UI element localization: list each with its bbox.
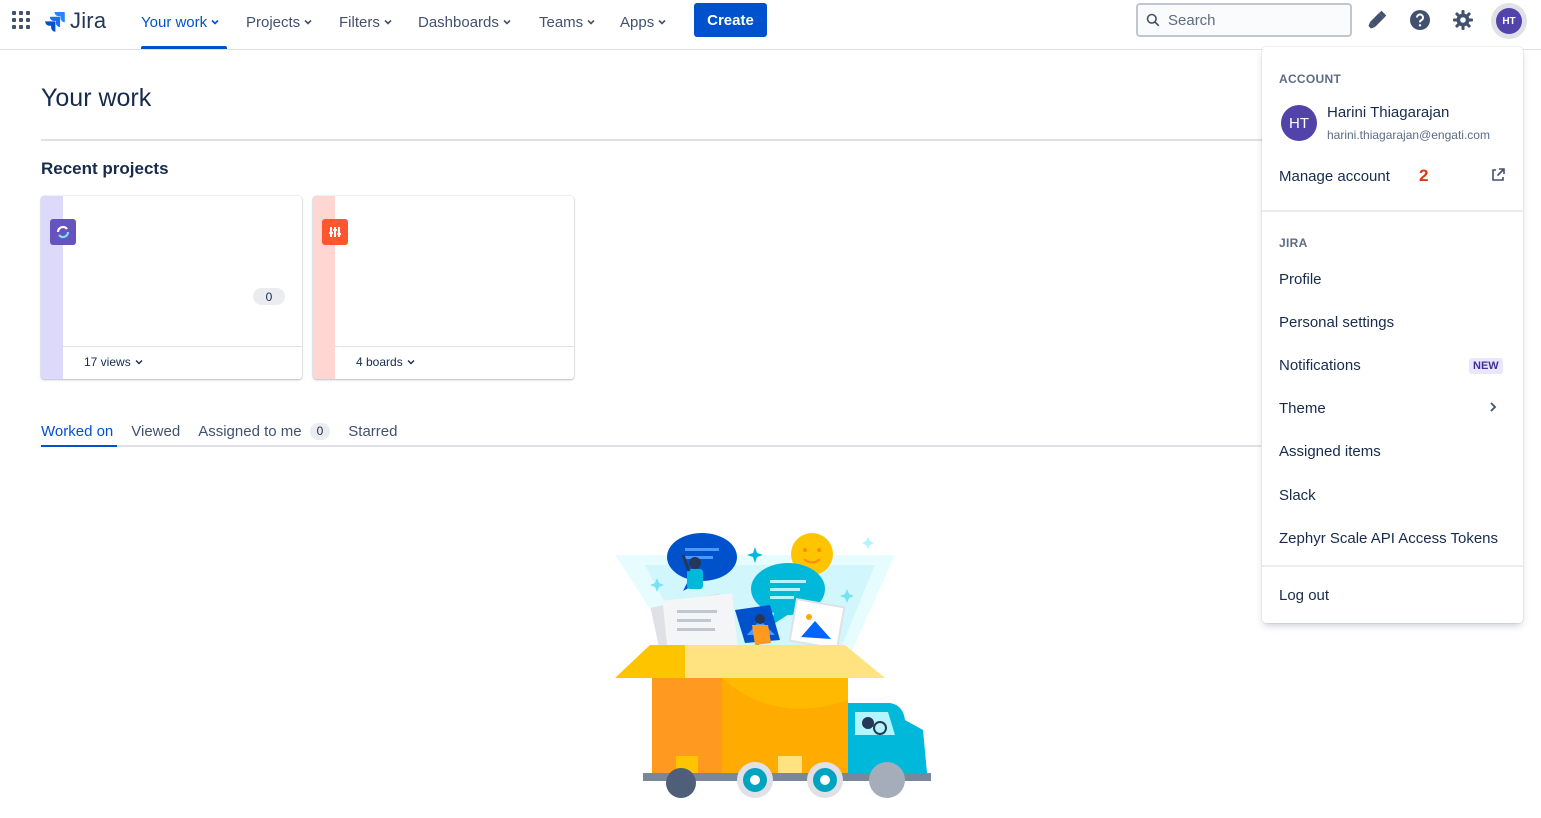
logo-text: Jira — [70, 8, 107, 33]
profile-avatar-button[interactable]: HT — [1491, 3, 1527, 39]
menu-item-label: Theme — [1279, 399, 1326, 417]
chevron-down-icon — [211, 19, 219, 25]
new-badge: NEW — [1469, 358, 1503, 374]
chevron-down-icon — [503, 19, 511, 25]
nav-label: Teams — [539, 13, 584, 31]
nav-label: Projects — [246, 13, 301, 31]
nav-filters[interactable]: Filters — [339, 12, 392, 32]
top-navigation: Jira Your work Projects Filters Dashboar… — [0, 0, 1541, 50]
nav-projects[interactable]: Projects — [246, 12, 312, 32]
app-switcher-icon[interactable] — [12, 11, 30, 29]
chevron-down-icon — [587, 19, 595, 25]
jira-heading: JIRA — [1279, 236, 1308, 250]
nav-label: Your work — [141, 13, 208, 31]
menu-item-slack[interactable]: Slack — [1279, 485, 1316, 505]
external-link-icon — [1492, 168, 1505, 181]
active-tab-indicator — [41, 445, 117, 447]
help-icon — [1410, 10, 1430, 30]
menu-item-label: Notifications — [1279, 356, 1361, 374]
jira-logo[interactable]: Jira — [44, 8, 106, 34]
project-boards-dropdown[interactable]: 4 boards — [356, 355, 415, 369]
card-divider — [63, 346, 302, 347]
project-footer-label: 17 views — [84, 355, 131, 369]
user-email: harini.thiagarajan@engati.com — [1327, 128, 1490, 142]
chevron-down-icon — [658, 19, 666, 25]
menu-divider — [1262, 565, 1523, 567]
project-icon — [50, 219, 76, 245]
nav-dashboards[interactable]: Dashboards — [418, 12, 511, 32]
logout-label: Log out — [1279, 586, 1330, 604]
tab-label: Starred — [348, 422, 398, 440]
tab-worked-on[interactable]: Worked on — [41, 421, 113, 441]
empty-state-illustration — [615, 533, 931, 798]
project-icon — [322, 219, 348, 245]
recent-projects-heading: Recent projects — [41, 159, 169, 178]
search-input[interactable] — [1168, 11, 1338, 29]
menu-item-label: Zephyr Scale API Access Tokens — [1279, 529, 1499, 547]
annotation-marker-2: 2 — [1419, 166, 1429, 185]
active-nav-indicator — [141, 46, 227, 49]
account-heading: ACCOUNT — [1279, 72, 1342, 86]
create-button[interactable]: Create — [694, 3, 767, 37]
chevron-right-icon — [1490, 402, 1497, 412]
menu-item-assigned-items[interactable]: Assigned items — [1279, 441, 1381, 461]
tab-viewed[interactable]: Viewed — [131, 421, 180, 441]
chevron-down-icon — [135, 360, 143, 365]
menu-item-theme[interactable]: Theme — [1279, 398, 1326, 418]
nav-teams[interactable]: Teams — [539, 12, 595, 32]
search-icon — [1146, 13, 1160, 27]
help-button[interactable] — [1408, 8, 1432, 32]
avatar-initials: HT — [1496, 8, 1522, 34]
tab-assigned-to-me[interactable]: Assigned to me 0 — [198, 421, 331, 441]
nav-label: Apps — [620, 13, 655, 31]
page-title: Your work — [41, 84, 152, 112]
tab-count-badge: 0 — [309, 422, 331, 440]
card-divider — [335, 346, 574, 347]
tab-label: Assigned to me — [198, 422, 302, 440]
menu-item-profile[interactable]: Profile — [1279, 269, 1322, 289]
nav-your-work[interactable]: Your work — [141, 12, 219, 32]
tabs-divider — [41, 445, 1261, 447]
tab-starred[interactable]: Starred — [348, 421, 397, 441]
megaphone-icon — [1368, 10, 1387, 29]
account-avatar: HT — [1281, 105, 1317, 141]
nav-label: Filters — [339, 13, 380, 31]
chevron-down-icon — [407, 360, 415, 365]
notifications-button[interactable] — [1365, 8, 1389, 32]
menu-item-label: Personal settings — [1279, 313, 1395, 331]
project-card[interactable]: 0 17 views — [41, 196, 302, 379]
manage-account-label: Manage account — [1279, 167, 1390, 185]
project-card[interactable]: 4 boards — [313, 196, 574, 379]
menu-item-zephyr-tokens[interactable]: Zephyr Scale API Access Tokens — [1279, 528, 1498, 548]
gear-icon — [1453, 10, 1473, 30]
logout-button[interactable]: Log out — [1279, 585, 1329, 605]
nav-label: Dashboards — [418, 13, 499, 31]
user-name: Harini Thiagarajan — [1327, 104, 1450, 121]
menu-item-notifications[interactable]: Notifications — [1279, 355, 1361, 375]
nav-apps[interactable]: Apps — [620, 12, 666, 32]
jira-logo-icon — [45, 12, 65, 32]
menu-divider — [1262, 210, 1523, 212]
menu-item-label: Profile — [1279, 270, 1322, 288]
project-footer-label: 4 boards — [356, 355, 403, 369]
sliders-icon — [329, 227, 341, 237]
chevron-down-icon — [384, 19, 392, 25]
title-divider — [41, 139, 1301, 141]
tab-label: Viewed — [131, 422, 181, 440]
search-box[interactable] — [1136, 3, 1352, 37]
issue-count-badge: 0 — [253, 288, 285, 305]
menu-item-label: Assigned items — [1279, 442, 1381, 460]
sync-icon — [56, 225, 70, 239]
settings-button[interactable] — [1451, 8, 1475, 32]
menu-item-personal-settings[interactable]: Personal settings — [1279, 312, 1394, 332]
work-tabs: Worked on Viewed Assigned to me 0 Starre… — [41, 421, 397, 447]
menu-item-label: Slack — [1279, 486, 1316, 504]
project-views-dropdown[interactable]: 17 views — [84, 355, 143, 369]
chevron-down-icon — [304, 19, 312, 25]
tab-label: Worked on — [41, 422, 114, 440]
account-menu: ACCOUNT HT Harini Thiagarajan harini.thi… — [1262, 47, 1523, 623]
manage-account-link[interactable]: Manage account — [1279, 166, 1390, 186]
